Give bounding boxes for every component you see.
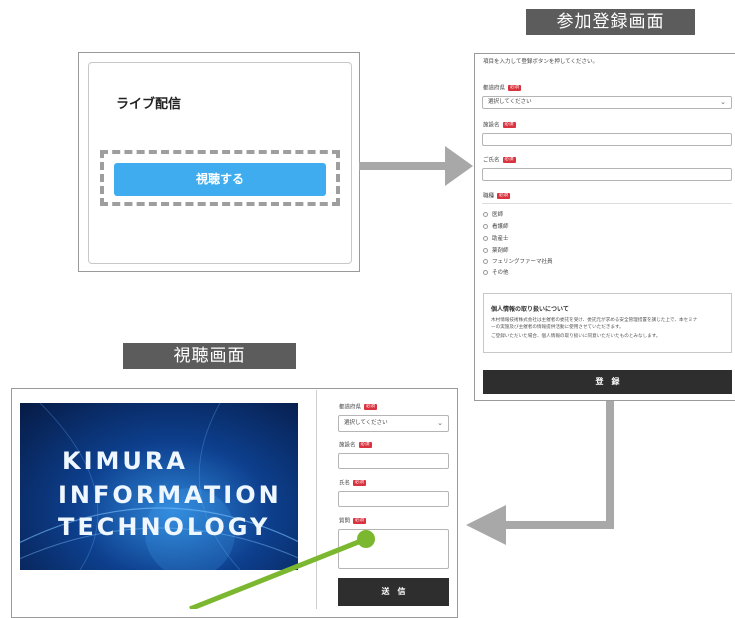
register-button[interactable]: 登 録	[483, 370, 732, 394]
live-title: ライブ配信	[116, 97, 182, 112]
chevron-down-icon: ⌄	[437, 419, 443, 427]
occupation-label: 職種 必須	[483, 193, 511, 200]
prefecture-placeholder: 選択してください	[488, 99, 532, 105]
form-intro: 項目を入力して登録ボタンを押してください。	[483, 59, 599, 65]
arrow-left-icon	[466, 399, 614, 545]
watch-prefecture-placeholder: 選択してください	[344, 420, 388, 426]
facility-label: 施設名 必須	[483, 122, 516, 129]
annotation-pointer-icon	[189, 530, 375, 609]
occupation-option[interactable]: 薬剤師	[483, 247, 509, 255]
required-badge: 必須	[502, 122, 516, 128]
required-badge: 必須	[502, 157, 516, 163]
privacy-title: 個人情報の取り扱いについて	[491, 306, 569, 313]
video-text-line: INFORMATION	[58, 481, 282, 509]
name-input[interactable]	[482, 168, 732, 181]
watch-screen-title: 視聴画面	[123, 343, 296, 369]
divider	[482, 203, 732, 204]
watch-facility-input[interactable]	[338, 453, 449, 469]
chevron-down-icon: ⌄	[720, 98, 726, 106]
privacy-text: 木村情報技術株式会社は主催者の委託を受け、委託元が求める安全管理措置を講じた上で…	[491, 318, 698, 323]
occupation-option[interactable]: その他	[483, 269, 509, 277]
facility-input[interactable]	[482, 133, 732, 146]
arrow-right-icon	[359, 146, 473, 186]
name-label: ご氏名 必須	[483, 157, 516, 164]
occupation-option[interactable]: フェリングファーマ社員	[483, 258, 553, 266]
watch-prefecture-select[interactable]: 選択してください ⌄	[338, 415, 449, 432]
prefecture-select[interactable]: 選択してください ⌄	[482, 96, 732, 109]
watch-facility-label: 施設名 必須	[339, 442, 372, 449]
required-badge: 必須	[508, 85, 522, 91]
required-badge: 必須	[353, 518, 367, 524]
required-badge: 必須	[364, 404, 378, 410]
watch-name-label: 氏名 必須	[339, 480, 367, 487]
watch-name-input[interactable]	[338, 491, 449, 507]
watch-button[interactable]: 視聴する	[114, 163, 326, 196]
required-badge: 必須	[353, 480, 367, 486]
occupation-option[interactable]: 看護師	[483, 223, 509, 231]
required-badge: 必須	[358, 442, 372, 448]
occupation-option[interactable]: 助産士	[483, 235, 509, 243]
required-badge: 必須	[497, 193, 511, 199]
video-text-line: KIMURA	[62, 447, 188, 475]
prefecture-label: 都道府県 必須	[483, 85, 522, 92]
watch-prefecture-label: 都道府県 必須	[339, 404, 378, 411]
occupation-option[interactable]: 医師	[483, 211, 503, 219]
privacy-text: ーの実施及び主催者の情報提供活動に使用させていただきます。	[491, 325, 624, 330]
registration-screen-title: 参加登録画面	[526, 9, 695, 35]
privacy-text: ご登録いただいた場合、個人情報の取り扱いに同意いただいたものとみなします。	[491, 334, 661, 339]
